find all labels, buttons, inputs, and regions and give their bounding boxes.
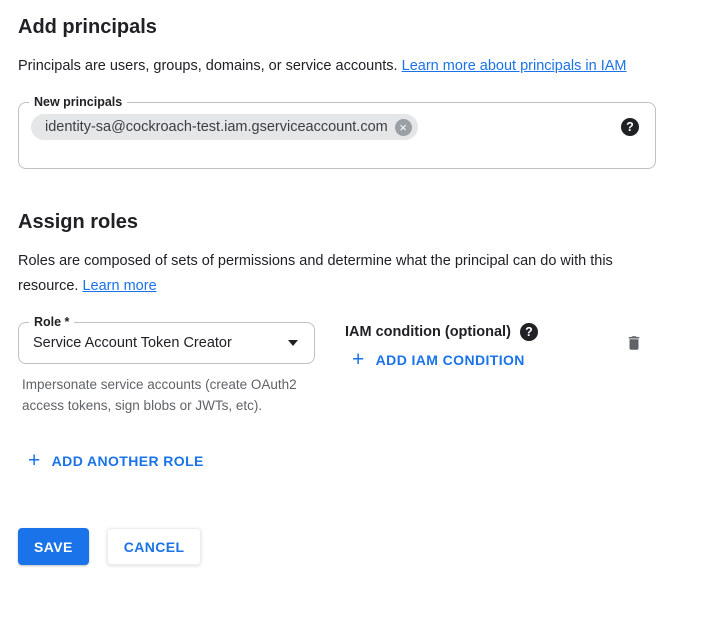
role-helper-text: Impersonate service accounts (create OAu…: [22, 374, 315, 416]
new-principals-label: New principals: [29, 94, 127, 110]
cancel-button[interactable]: CANCEL: [107, 528, 202, 565]
role-row: Role * Service Account Token Creator Imp…: [18, 322, 656, 416]
add-another-role-label: ADD ANOTHER ROLE: [52, 453, 204, 469]
add-iam-condition-button[interactable]: + ADD IAM CONDITION: [344, 344, 533, 376]
add-another-role-button[interactable]: + ADD ANOTHER ROLE: [20, 445, 212, 477]
principals-description: Principals are users, groups, domains, o…: [18, 54, 654, 79]
add-principals-panel: Add principals Principals are users, gro…: [0, 0, 713, 565]
principals-description-text: Principals are users, groups, domains, o…: [18, 58, 402, 74]
assign-roles-title: Assign roles: [18, 211, 656, 234]
principal-chip: identity-sa@cockroach-test.iam.gservicea…: [31, 114, 418, 140]
role-select[interactable]: Role * Service Account Token Creator: [18, 322, 315, 364]
iam-condition-section: IAM condition (optional) ? + ADD IAM CON…: [345, 322, 538, 376]
delete-icon: [625, 333, 643, 353]
iam-condition-label-row: IAM condition (optional) ?: [345, 323, 538, 341]
save-button[interactable]: SAVE: [18, 528, 89, 565]
plus-icon: +: [28, 453, 41, 469]
page-title: Add principals: [18, 16, 656, 39]
add-iam-condition-label: ADD IAM CONDITION: [376, 352, 525, 368]
chip-remove-icon[interactable]: ×: [395, 119, 412, 136]
actions-bar: SAVE CANCEL: [18, 528, 656, 565]
delete-role-button[interactable]: [625, 333, 643, 353]
close-icon: ×: [399, 121, 407, 134]
new-principals-field[interactable]: New principals identity-sa@cockroach-tes…: [18, 102, 656, 169]
principal-chip-text: identity-sa@cockroach-test.iam.gservicea…: [45, 119, 388, 135]
iam-condition-label: IAM condition (optional): [345, 324, 511, 340]
learn-more-roles-link[interactable]: Learn more: [82, 278, 156, 294]
help-icon[interactable]: ?: [621, 118, 639, 136]
learn-more-principals-link[interactable]: Learn more about principals in IAM: [402, 58, 627, 74]
iam-condition-help-icon[interactable]: ?: [520, 323, 538, 341]
role-column: Role * Service Account Token Creator Imp…: [18, 322, 315, 416]
role-value: Service Account Token Creator: [33, 335, 232, 351]
roles-description: Roles are composed of sets of permission…: [18, 249, 638, 299]
role-label: Role *: [29, 314, 74, 330]
plus-icon: +: [352, 352, 365, 368]
arrow-drop-down-icon: [288, 340, 298, 346]
